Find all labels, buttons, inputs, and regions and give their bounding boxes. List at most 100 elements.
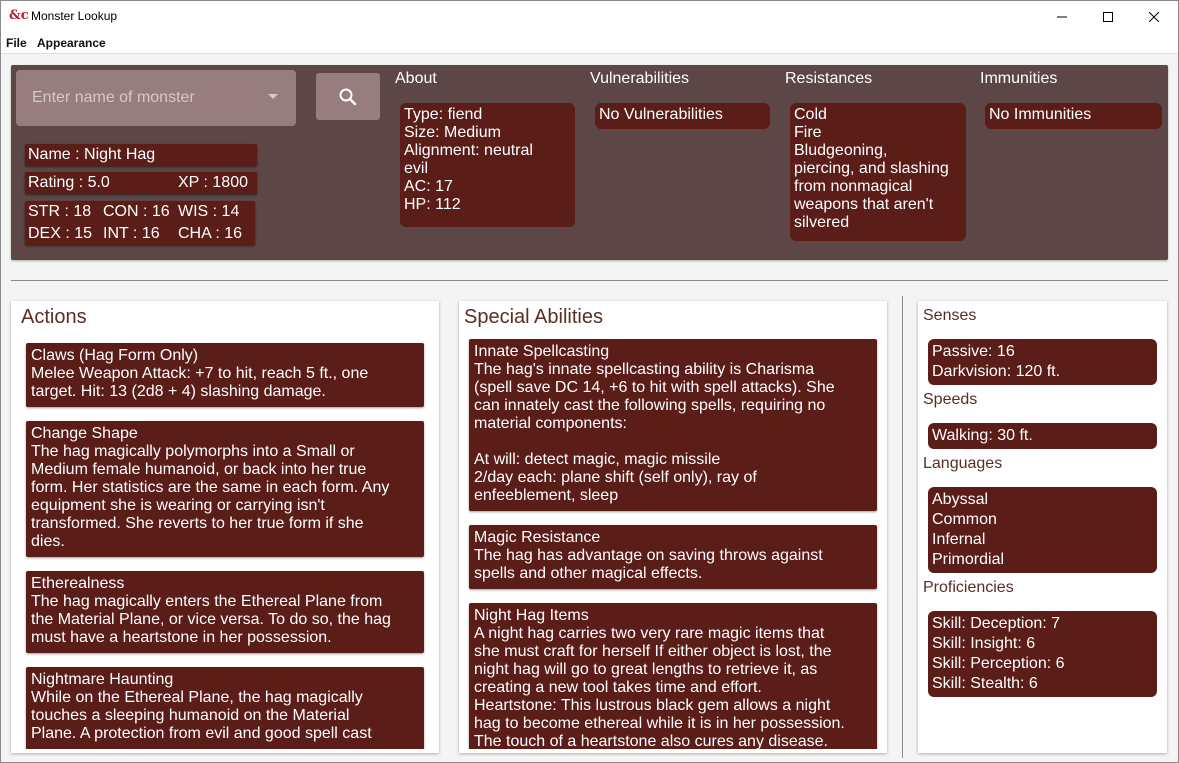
menu-file[interactable]: File: [6, 36, 27, 50]
ability-text: creating a new tool takes time and effor…: [474, 679, 762, 696]
about-ac: AC: 17: [404, 178, 453, 195]
int-score: INT : 16: [103, 225, 160, 242]
action-title: Change Shape: [31, 425, 138, 442]
monster-name-label: Name : Night Hag: [25, 144, 257, 166]
resistances-heading: Resistances: [785, 70, 873, 87]
proficiency-item: Skill: Deception: 7: [932, 615, 1061, 632]
ability-card: Night Hag Items A night hag carries two …: [469, 603, 877, 749]
action-text: The hag magically polymorphs into a Smal…: [31, 443, 355, 460]
about-heading: About: [395, 70, 437, 87]
proficiency-item: Skill: Stealth: 6: [932, 675, 1038, 692]
maximize-button[interactable]: [1085, 1, 1131, 32]
ability-card: Innate Spellcasting The hag's innate spe…: [469, 339, 877, 511]
ability-text: can innately cast the following spells, …: [474, 397, 826, 414]
proficiency-item: Skill: Insight: 6: [932, 635, 1036, 652]
menu-appearance[interactable]: Appearance: [37, 36, 106, 50]
action-text: transformed. She reverts to her true for…: [31, 515, 364, 532]
ability-text: hag to become ethereal while it is in he…: [474, 715, 845, 732]
action-text: touches a sleeping humanoid on the Mater…: [31, 707, 350, 724]
search-icon: [339, 88, 357, 105]
str-score: STR : 18: [28, 203, 92, 220]
proficiencies-heading: Proficiencies: [923, 579, 1014, 596]
title-bar[interactable]: &c Monster Lookup: [1, 1, 1178, 32]
action-text: While on the Ethereal Plane, the hag mag…: [31, 689, 363, 706]
action-text: form. Her statistics are the same in eac…: [31, 479, 390, 496]
ability-scores: STR : 18 CON : 16 WIS : 14 DEX : 15 INT : 1…: [25, 201, 255, 245]
ability-text: night hag will go to great lengths to re…: [474, 661, 818, 678]
minimize-icon: [1057, 16, 1067, 17]
vulnerability-item: No Vulnerabilities: [599, 106, 723, 123]
ability-card: Magic Resistance The hag has advantage o…: [469, 525, 877, 589]
app-window: &c Monster Lookup File Appearance Name :…: [0, 0, 1179, 763]
language-item: Abyssal: [932, 491, 989, 508]
special-abilities-panel[interactable]: Special Abilities Innate Spellcasting Th…: [459, 301, 887, 753]
actions-title: Actions: [21, 306, 87, 328]
search-button[interactable]: [316, 73, 380, 120]
action-title: Nightmare Haunting: [31, 671, 174, 688]
monster-summary-panel: Name : Night Hag Rating : 5.0 XP : 1800 S…: [11, 65, 1168, 260]
ability-text: At will: detect magic, magic missile: [474, 451, 721, 468]
senses-heading: Senses: [923, 307, 977, 324]
sense-item: Darkvision: 120 ft.: [932, 363, 1061, 380]
language-item: Infernal: [932, 531, 986, 548]
ability-title: Innate Spellcasting: [474, 343, 610, 360]
dropdown-arrow-icon[interactable]: [268, 94, 278, 99]
action-card: Change Shape The hag magically polymorph…: [26, 421, 424, 557]
resistance-item: from nonmagical: [794, 178, 913, 195]
ability-text: Heartstone: This lustrous black gem allo…: [474, 697, 831, 714]
action-text: the Material Plane, or vice versa. To do…: [31, 611, 391, 628]
action-card: Etherealness The hag magically enters th…: [26, 571, 424, 653]
about-alignment: Alignment: neutral: [404, 142, 533, 159]
language-item: Common: [932, 511, 997, 528]
special-abilities-title: Special Abilities: [464, 306, 603, 328]
wis-score: WIS : 14: [178, 203, 240, 220]
traits-panel: Senses Passive: 16 Darkvision: 120 ft. S…: [918, 301, 1167, 753]
action-text: The hag magically enters the Ethereal Pl…: [31, 593, 383, 610]
ability-text: material components:: [474, 415, 627, 432]
actions-list[interactable]: Claws (Hag Form Only) Melee Weapon Attac…: [11, 339, 439, 749]
vulnerabilities-heading: Vulnerabilities: [590, 70, 690, 87]
action-text: must have a heartstone in her possession…: [31, 629, 332, 646]
menu-bar: File Appearance: [1, 32, 1178, 54]
immunities-card: No Immunities: [985, 103, 1162, 129]
ability-text: [474, 433, 872, 451]
actions-panel[interactable]: Actions Claws (Hag Form Only) Melee Weap…: [11, 301, 439, 753]
about-hp: HP: 112: [404, 196, 461, 213]
ability-text: 2/day each: plane shift (self only), ray…: [474, 469, 757, 486]
maximize-icon: [1103, 11, 1113, 22]
ability-text: she must craft for herself If either obj…: [474, 643, 832, 660]
minimize-button[interactable]: [1039, 1, 1085, 32]
resistance-item: weapons that aren't: [794, 196, 934, 213]
horizontal-divider: [11, 280, 1168, 281]
immunities-heading: Immunities: [980, 70, 1058, 87]
vertical-divider: [902, 296, 903, 758]
ability-text: The hag has advantage on saving throws a…: [474, 547, 823, 564]
special-abilities-list[interactable]: Innate Spellcasting The hag's innate spe…: [459, 339, 887, 749]
action-text: target. Hit: 13 (2d8 + 4) slashing damag…: [31, 383, 326, 400]
rating-xp-row: Rating : 5.0 XP : 1800: [25, 172, 257, 194]
proficiencies-card: Skill: Deception: 7 Skill: Insight: 6 Sk…: [928, 611, 1157, 697]
close-icon: [1149, 11, 1159, 22]
action-text: dies.: [31, 533, 65, 550]
action-title: Etherealness: [31, 575, 125, 592]
resistance-item: piercing, and slashing: [794, 160, 949, 177]
proficiency-item: Skill: Perception: 6: [932, 655, 1065, 672]
speed-item: Walking: 30 ft.: [932, 427, 1033, 444]
speeds-card: Walking: 30 ft.: [928, 423, 1157, 449]
cha-score: CHA : 16: [178, 225, 243, 242]
ability-text: The hag's innate spellcasting ability is…: [474, 361, 815, 378]
immunity-item: No Immunities: [989, 106, 1092, 123]
resistances-card: Cold Fire Bludgeoning, piercing, and sla…: [790, 103, 966, 241]
resistance-item: Cold: [794, 106, 827, 123]
vulnerabilities-card: No Vulnerabilities: [595, 103, 770, 129]
action-card: Claws (Hag Form Only) Melee Weapon Attac…: [26, 343, 424, 407]
monster-search-input[interactable]: [16, 70, 266, 126]
close-button[interactable]: [1131, 1, 1177, 32]
speeds-heading: Speeds: [923, 391, 978, 408]
languages-heading: Languages: [923, 455, 1003, 472]
dnd-logo-icon: &c: [9, 8, 29, 23]
dex-score: DEX : 15: [28, 225, 93, 242]
window-title: Monster Lookup: [31, 9, 118, 23]
action-text: Melee Weapon Attack: +7 to hit, reach 5 …: [31, 365, 369, 382]
monster-search-combobox[interactable]: [16, 70, 296, 126]
